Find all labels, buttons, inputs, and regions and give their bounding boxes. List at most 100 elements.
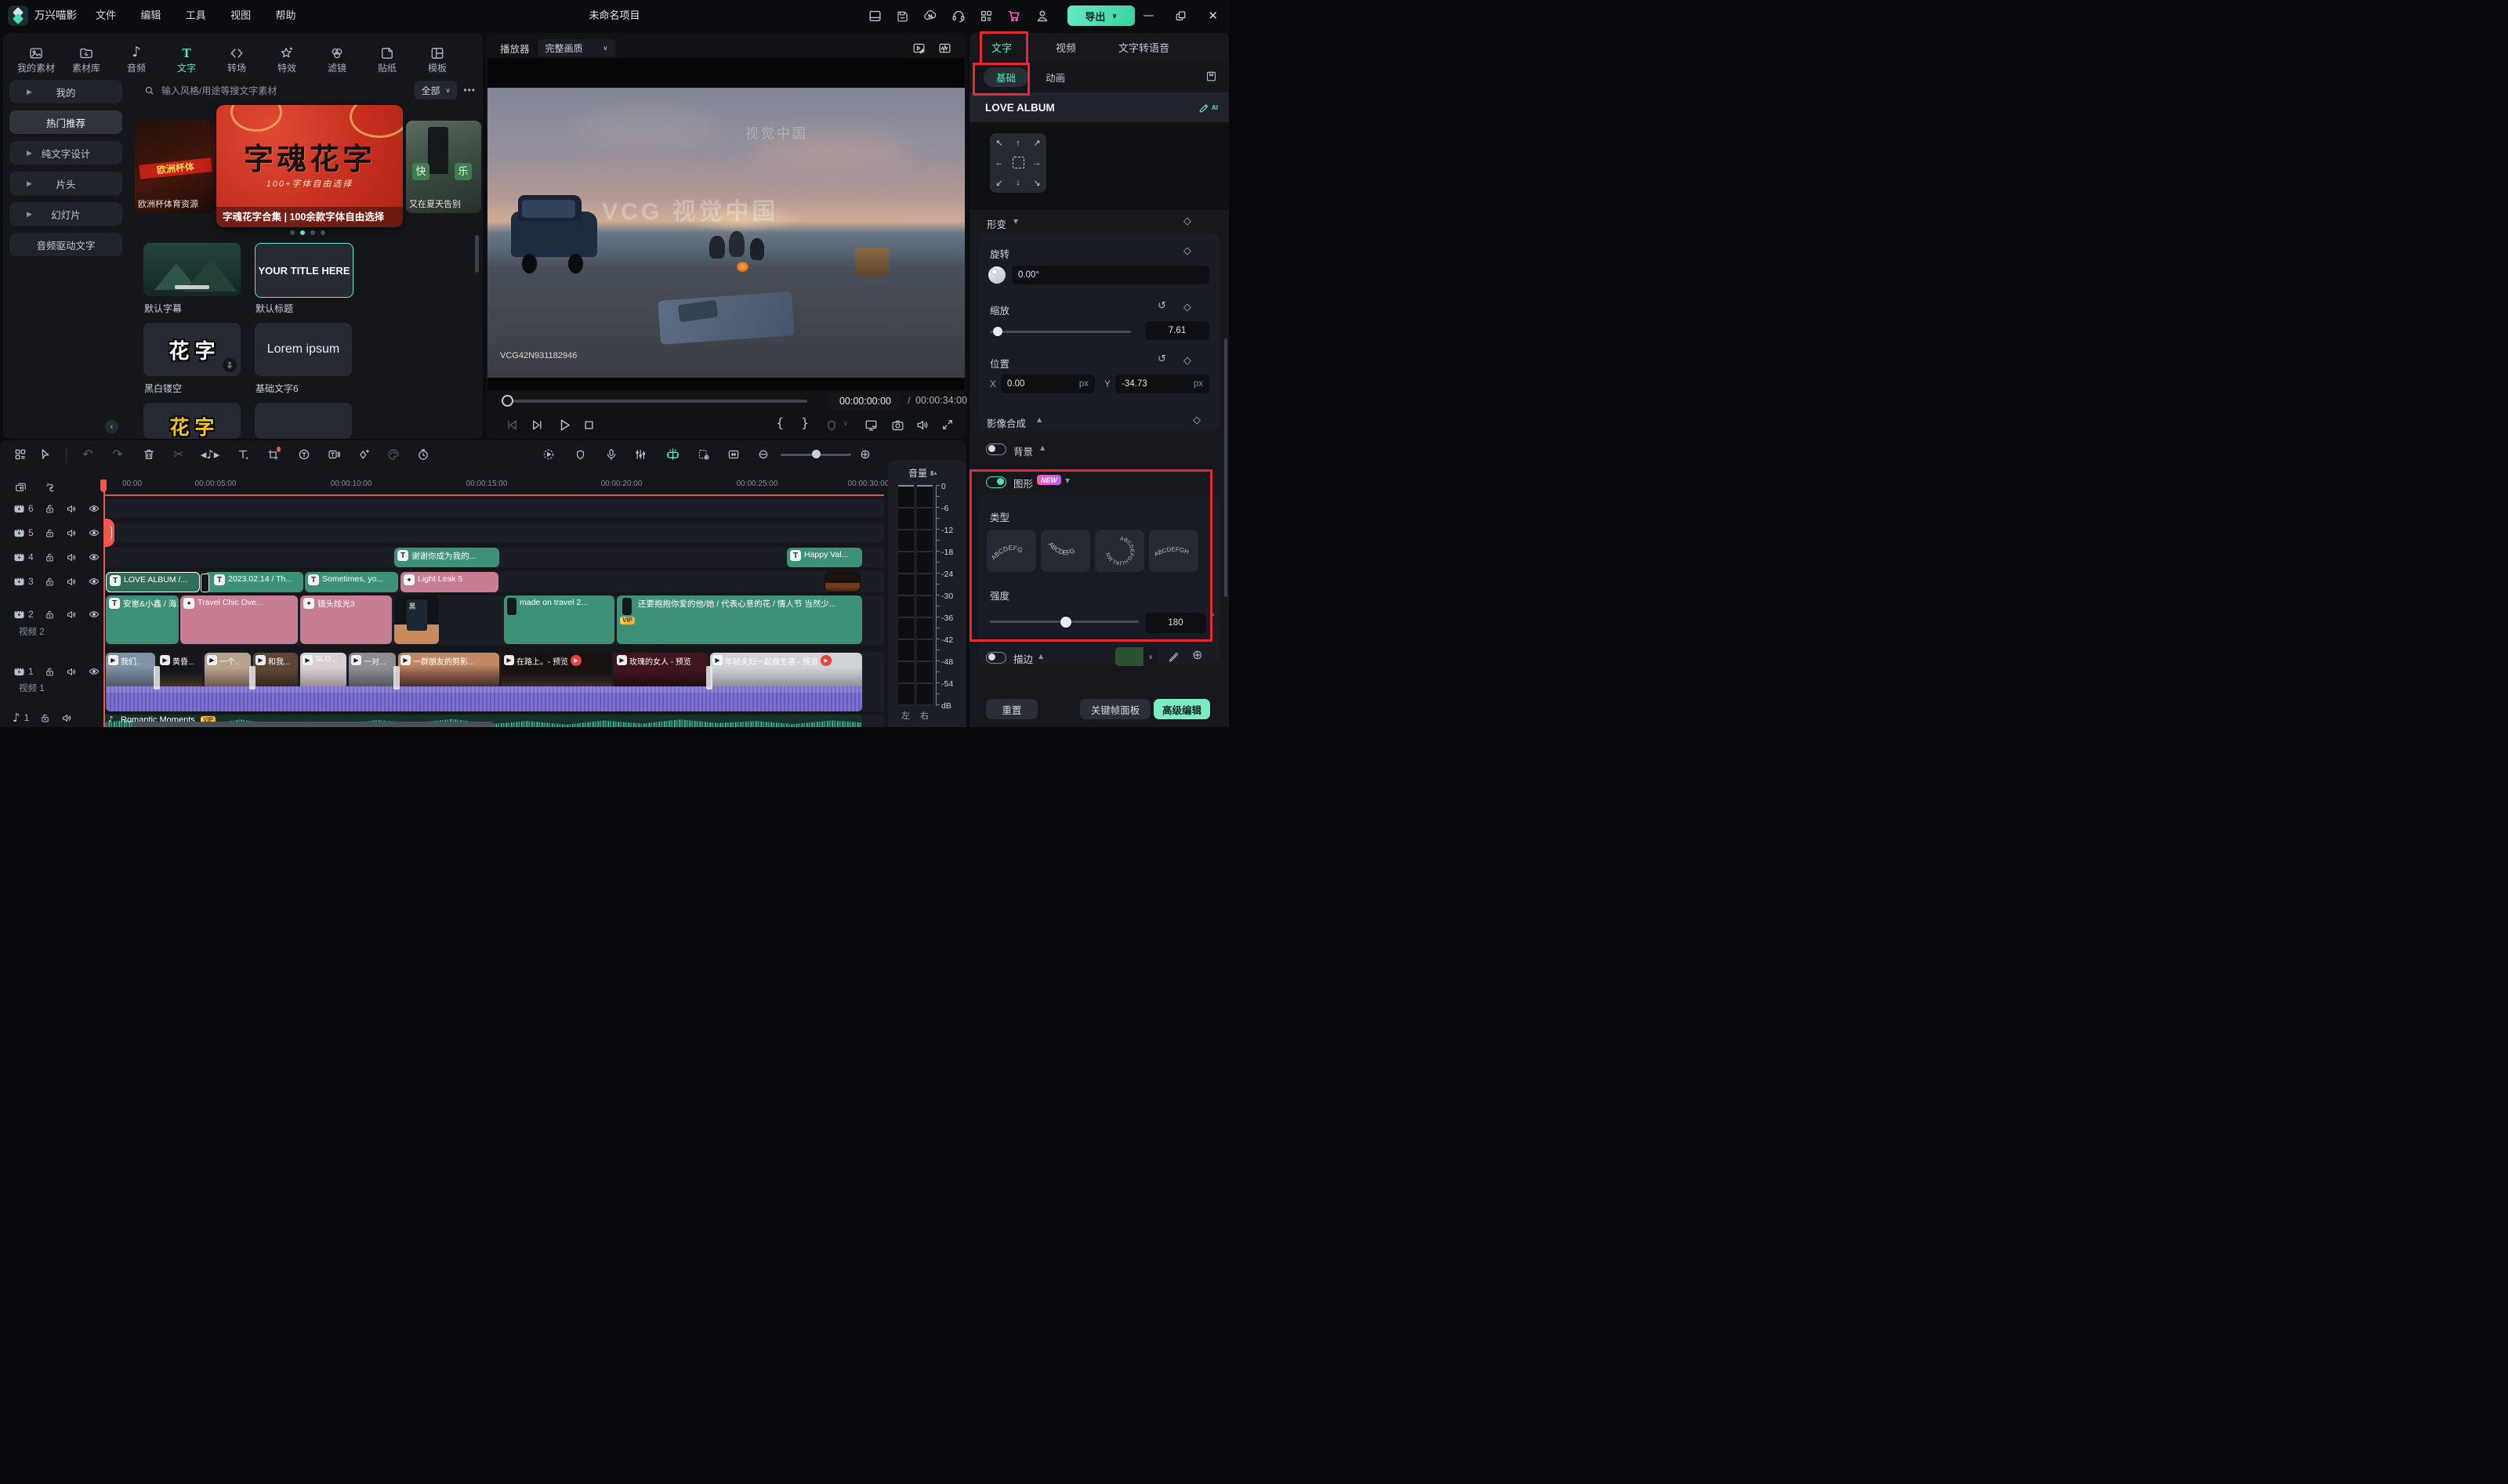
category-slideshow[interactable]: ▶ 幻灯片: [9, 202, 122, 226]
timeline-marker-icon[interactable]: [571, 445, 589, 464]
timeline-clip[interactable]: ▶ 年轻夫妇一起做生意 - 预览 ▶: [710, 653, 862, 686]
store-cart-icon[interactable]: [1006, 8, 1022, 24]
playhead-top-cap[interactable]: [100, 480, 107, 492]
advanced-edit-button[interactable]: 高级编辑: [1154, 699, 1210, 719]
quality-dropdown[interactable]: 完整画质 ∨: [537, 39, 616, 56]
category-mine[interactable]: ▶ 我的: [9, 80, 122, 103]
lock-icon[interactable]: [44, 609, 56, 621]
scopes-icon[interactable]: [937, 41, 952, 56]
timeline-clip[interactable]: ▶ 在路上。- 预览 ▶: [502, 653, 612, 686]
category-pure-text[interactable]: ▶ 纯文字设计: [9, 141, 122, 165]
color-palette-icon[interactable]: [384, 445, 403, 464]
redo-icon[interactable]: ↷: [108, 445, 127, 464]
type-valley-card[interactable]: ABCDEFG: [1041, 530, 1090, 572]
scrub-bar[interactable]: 00:00:00:00 / 00:00:34:00: [502, 392, 967, 411]
y-input[interactable]: -34.73 px: [1115, 375, 1209, 393]
background-label[interactable]: 背景: [1013, 443, 1033, 458]
video-audio-strip[interactable]: [106, 686, 862, 711]
track-header-6[interactable]: 6: [0, 499, 103, 518]
download-icon[interactable]: ⇩: [223, 358, 237, 372]
pad-right-icon[interactable]: →: [1027, 153, 1046, 172]
rotate-keyframe-icon[interactable]: ◇: [1183, 244, 1191, 257]
rotate-knob[interactable]: [988, 266, 1006, 284]
playhead[interactable]: [103, 480, 105, 727]
type-gentle-arch-card[interactable]: ABCDEFGH: [1149, 530, 1198, 572]
play-icon[interactable]: [556, 417, 573, 433]
timeline-ruler[interactable]: 00:00 00:00:05:00 00:00:10:00 00:00:15:0…: [103, 480, 889, 497]
menu-view[interactable]: 视图: [219, 0, 262, 31]
position-pad[interactable]: ↖ ↑ ↗ ← → ↙ ↓ ↘: [990, 133, 1046, 193]
text-tool-icon[interactable]: [234, 445, 252, 464]
type-circle-card[interactable]: ABCDEFGHIJKLMN: [1095, 530, 1144, 572]
compositing-caret-icon[interactable]: ▲: [1037, 417, 1042, 423]
track-header-1[interactable]: 1: [0, 662, 103, 681]
pad-up-right-icon[interactable]: ↗: [1027, 133, 1046, 153]
graphic-toggle[interactable]: [986, 476, 1006, 488]
collapse-panel-button[interactable]: ‹: [105, 420, 118, 433]
pad-up-icon[interactable]: ↑: [1009, 133, 1027, 153]
lock-icon[interactable]: [44, 666, 56, 678]
template-blank[interactable]: [255, 403, 352, 439]
menu-tools[interactable]: 工具: [175, 0, 217, 31]
transition-marker[interactable]: [706, 666, 712, 690]
screen-record-icon[interactable]: [694, 445, 713, 464]
template-basic-text6[interactable]: Lorem ipsum: [255, 323, 352, 376]
track-lane-5[interactable]: [103, 523, 884, 542]
mark-in-icon[interactable]: {: [776, 417, 784, 429]
speaker-icon[interactable]: [66, 503, 78, 515]
audio-track-header-1[interactable]: ♪ 1: [0, 708, 103, 727]
carousel-card-left[interactable]: 欧洲杯体 欧洲杯体育资源: [135, 121, 215, 213]
add-track-icon[interactable]: [14, 481, 27, 494]
tab-filters[interactable]: 滤镜: [312, 45, 362, 74]
track-header-5[interactable]: 5: [0, 523, 103, 542]
position-reset-icon[interactable]: ↺: [1158, 354, 1166, 364]
transition-marker[interactable]: [154, 666, 160, 690]
grid-scrollbar[interactable]: [475, 235, 479, 273]
edit-in-player-icon[interactable]: [912, 41, 926, 56]
timeline-clip[interactable]: ✦ 镜头炫光3: [300, 595, 392, 644]
speaker-icon[interactable]: [66, 552, 78, 563]
apps-grid-icon[interactable]: [979, 9, 994, 24]
support-headset-icon[interactable]: [951, 8, 966, 24]
display-mode-icon[interactable]: [864, 418, 879, 433]
undo-icon[interactable]: ↶: [78, 445, 97, 464]
cloud-sync-icon[interactable]: [922, 8, 938, 24]
export-button[interactable]: 导出 ∨: [1067, 5, 1135, 26]
manage-tracks-icon[interactable]: [11, 445, 30, 464]
minimize-icon[interactable]: —: [1143, 10, 1154, 21]
eyedropper-icon[interactable]: [1167, 650, 1180, 664]
rotate-input[interactable]: 0.00°: [1012, 266, 1209, 284]
transition-marker[interactable]: [201, 574, 209, 592]
tab-tts[interactable]: 文字转语音: [1118, 40, 1169, 55]
split-scissors-icon[interactable]: ✂: [169, 445, 188, 464]
strength-input[interactable]: 180: [1145, 613, 1206, 633]
keyframe-panel-button[interactable]: 关键帧面板: [1080, 699, 1151, 719]
compositing-label[interactable]: 影像合成: [987, 415, 1026, 430]
voiceover-mic-icon[interactable]: [602, 445, 621, 464]
delete-icon[interactable]: [140, 445, 158, 464]
subtab-basic[interactable]: 基础: [984, 67, 1029, 87]
timeline-clip[interactable]: made on travel 2...: [504, 595, 614, 644]
template-yellow-huazi[interactable]: 花 字: [143, 403, 241, 439]
detach-audio-icon[interactable]: ◂♪▸: [201, 445, 220, 464]
timeline-hscrollbar[interactable]: [133, 722, 494, 727]
speaker-icon[interactable]: [61, 712, 73, 724]
tab-transition[interactable]: 转场: [212, 45, 262, 74]
playhead-grip[interactable]: [104, 519, 114, 547]
timeline-clip[interactable]: T 谢谢你成为我的...: [394, 548, 499, 567]
tab-stickers[interactable]: 贴纸: [362, 45, 412, 74]
stroke-color-swatch[interactable]: [1115, 647, 1143, 666]
menu-edit[interactable]: 编辑: [129, 0, 172, 31]
marker-dropdown-icon[interactable]: ∨: [843, 421, 848, 427]
tab-text-properties[interactable]: 文字: [991, 40, 1012, 55]
tab-my-media[interactable]: 我的素材: [11, 45, 61, 74]
pad-down-icon[interactable]: ↓: [1009, 173, 1027, 193]
timeline-clip[interactable]: ▶ 和我...: [253, 653, 298, 686]
track-header-3[interactable]: 3: [0, 572, 103, 591]
auto-snap-icon[interactable]: [45, 481, 58, 494]
speaker-icon[interactable]: [66, 527, 78, 539]
timeline-clip[interactable]: ▶ 我们..: [106, 653, 155, 686]
video-frame[interactable]: 视觉中国 VCG 视觉中国 VCG42N931182946: [487, 88, 965, 378]
preset-save-icon[interactable]: [1205, 70, 1218, 83]
close-icon[interactable]: ✕: [1208, 9, 1218, 22]
